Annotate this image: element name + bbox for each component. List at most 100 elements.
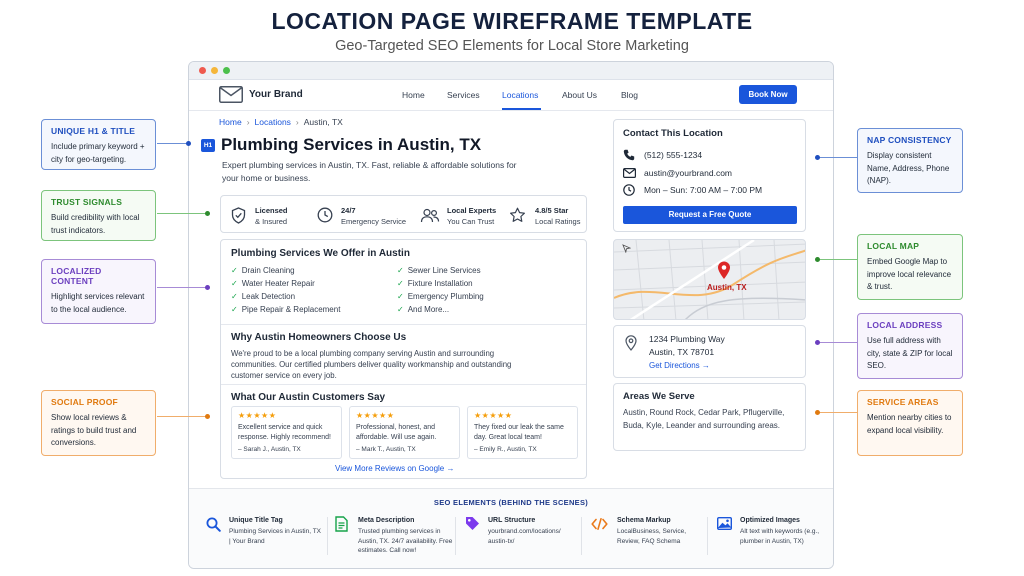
trust-247: 24/7 Emergency Service <box>341 206 407 226</box>
active-nav-indicator <box>502 108 541 110</box>
seo-item-title: URL Structure <box>488 517 536 524</box>
address-card: 1234 Plumbing Way Austin, TX 78701 Get D… <box>613 325 806 378</box>
navigate-arrow-icon <box>622 244 631 253</box>
review-card: ★★★★★ Professional, honest, and affordab… <box>349 406 460 459</box>
connector-dot <box>205 414 210 419</box>
seo-item-desc: Plumbing Services in Austin, TX | Your B… <box>229 528 322 545</box>
callout-nap-consistency: NAP CONSISTENCY Display consistent Name,… <box>857 128 963 193</box>
review-author: – Emily R., Austin, TX <box>474 446 537 453</box>
connector-dot <box>205 211 210 216</box>
nav-link-home[interactable]: Home <box>402 90 425 100</box>
connector-line <box>817 342 857 343</box>
seo-divider <box>327 517 328 555</box>
content-card: Plumbing Services We Offer in Austin ✓ Dr… <box>220 239 587 479</box>
review-stars: ★★★★★ <box>474 411 513 420</box>
maximize-dot-icon[interactable] <box>223 67 230 74</box>
callout-local-map: LOCAL MAP Embed Google Map to improve lo… <box>857 234 963 300</box>
service-areas-card: Areas We Serve Austin, Round Rock, Cedar… <box>613 383 806 451</box>
callout-social-proof: SOCIAL PROOF Show local reviews & rating… <box>41 390 156 456</box>
connector-dot <box>815 155 820 160</box>
close-dot-icon[interactable] <box>199 67 206 74</box>
contact-email[interactable]: austin@yourbrand.com <box>644 168 732 178</box>
breadcrumb-home[interactable]: Home <box>219 117 242 127</box>
review-card: ★★★★★ Excellent service and quick respon… <box>231 406 342 459</box>
address-line1: 1234 Plumbing Way <box>649 334 725 344</box>
connector-line <box>817 157 857 158</box>
connector-line <box>157 287 208 288</box>
callout-local-address: LOCAL ADDRESS Use full address with city… <box>857 313 963 379</box>
review-stars: ★★★★★ <box>238 411 277 420</box>
phone-icon <box>623 149 635 161</box>
service-item: ✓ Sewer Line Services <box>397 266 481 275</box>
breadcrumb-current: Austin, TX <box>303 117 343 127</box>
seo-divider <box>707 517 708 555</box>
connector-line <box>157 416 208 417</box>
why-text: We're proud to be a local plumbing compa… <box>231 349 512 380</box>
review-card: ★★★★★ They fixed our leak the same day. … <box>467 406 578 459</box>
connector-dot <box>815 410 820 415</box>
breadcrumb-locations[interactable]: Locations <box>255 117 291 127</box>
nav-link-locations[interactable]: Locations <box>502 90 538 100</box>
brand-name[interactable]: Your Brand <box>249 89 303 100</box>
site-nav: Your Brand Home Services Locations About… <box>189 80 833 111</box>
review-text: They fixed our leak the same day. Great … <box>474 424 564 441</box>
connector-dot <box>815 257 820 262</box>
review-text: Excellent service and quick response. Hi… <box>238 424 331 441</box>
nav-link-blog[interactable]: Blog <box>621 90 638 100</box>
tag-icon <box>466 517 479 530</box>
seo-item-title: Schema Markup <box>617 517 671 524</box>
service-item: ✓ Leak Detection <box>231 292 296 301</box>
seo-item-desc: Trusted plumbing services in Austin, TX.… <box>358 528 453 554</box>
services-heading: Plumbing Services We Offer in Austin <box>231 248 410 259</box>
callout-h1-title: UNIQUE H1 & TITLE Include primary keywor… <box>41 119 156 170</box>
get-directions-link[interactable]: Get Directions → <box>649 361 710 370</box>
search-icon <box>206 517 221 532</box>
nav-link-services[interactable]: Services <box>447 90 480 100</box>
review-author: – Mark T., Austin, TX <box>356 446 416 453</box>
map-label: Austin, TX <box>707 283 747 292</box>
service-item: ✓ And More... <box>397 305 450 314</box>
review-author: – Sarah J., Austin, TX <box>238 446 301 453</box>
callout-trust-signals: TRUST SIGNALS Build credibility with loc… <box>41 190 156 241</box>
connector-dot <box>186 141 191 146</box>
seo-item-desc: LocalBusiness, Service, Review, FAQ Sche… <box>617 528 687 545</box>
nav-link-about[interactable]: About Us <box>562 90 597 100</box>
review-text: Professional, honest, and affordable. Wi… <box>356 424 437 441</box>
minimize-dot-icon[interactable] <box>211 67 218 74</box>
document-icon <box>335 516 348 532</box>
wireframe-diagram: LOCATION PAGE WIREFRAME TEMPLATE Geo-Tar… <box>0 0 1024 576</box>
h1-badge: H1 <box>201 139 215 152</box>
connector-line <box>157 213 208 214</box>
browser-chrome <box>189 62 833 80</box>
reviews-heading: What Our Austin Customers Say <box>231 392 386 403</box>
seo-item-desc: Alt text with keywords (e.g., plumber in… <box>740 528 820 545</box>
code-icon <box>591 518 608 530</box>
service-item: ✓ Pipe Repair & Replacement <box>231 305 341 314</box>
service-item: ✓ Fixture Installation <box>397 279 473 288</box>
diagram-title: LOCATION PAGE WIREFRAME TEMPLATE <box>271 8 753 34</box>
contact-hours: Mon – Sun: 7:00 AM – 7:00 PM <box>644 185 763 195</box>
areas-text: Austin, Round Rock, Cedar Park, Pflugerv… <box>623 408 785 430</box>
service-item: ✓ Drain Cleaning <box>231 266 295 275</box>
book-now-button[interactable]: Book Now <box>739 85 797 104</box>
map-streets <box>614 240 805 319</box>
page-title: Plumbing Services in Austin, TX <box>221 135 482 154</box>
seo-item-title: Meta Description <box>358 517 415 524</box>
contact-phone[interactable]: (512) 555-1234 <box>644 150 702 160</box>
why-heading: Why Austin Homeowners Choose Us <box>231 332 407 343</box>
more-reviews-link[interactable]: View More Reviews on Google → <box>335 464 454 473</box>
intro-text: Expert plumbing services in Austin, TX. … <box>222 160 517 183</box>
seo-divider <box>581 517 582 555</box>
service-item: ✓ Water Heater Repair <box>231 279 315 288</box>
request-quote-button[interactable]: Request a Free Quote <box>623 206 797 224</box>
trust-licensed: Licensed & Insured <box>255 206 288 226</box>
service-item: ✓ Emergency Plumbing <box>397 292 484 301</box>
email-icon <box>623 168 636 178</box>
people-icon <box>420 208 440 223</box>
areas-heading: Areas We Serve <box>623 391 695 402</box>
mail-logo-icon <box>219 86 243 103</box>
map-embed[interactable]: Austin, TX <box>613 239 806 320</box>
section-divider <box>221 324 586 325</box>
callout-service-areas: SERVICE AREAS Mention nearby cities to e… <box>857 390 963 456</box>
trust-bar: Licensed & Insured 24/7 Emergency Service … <box>220 195 587 233</box>
